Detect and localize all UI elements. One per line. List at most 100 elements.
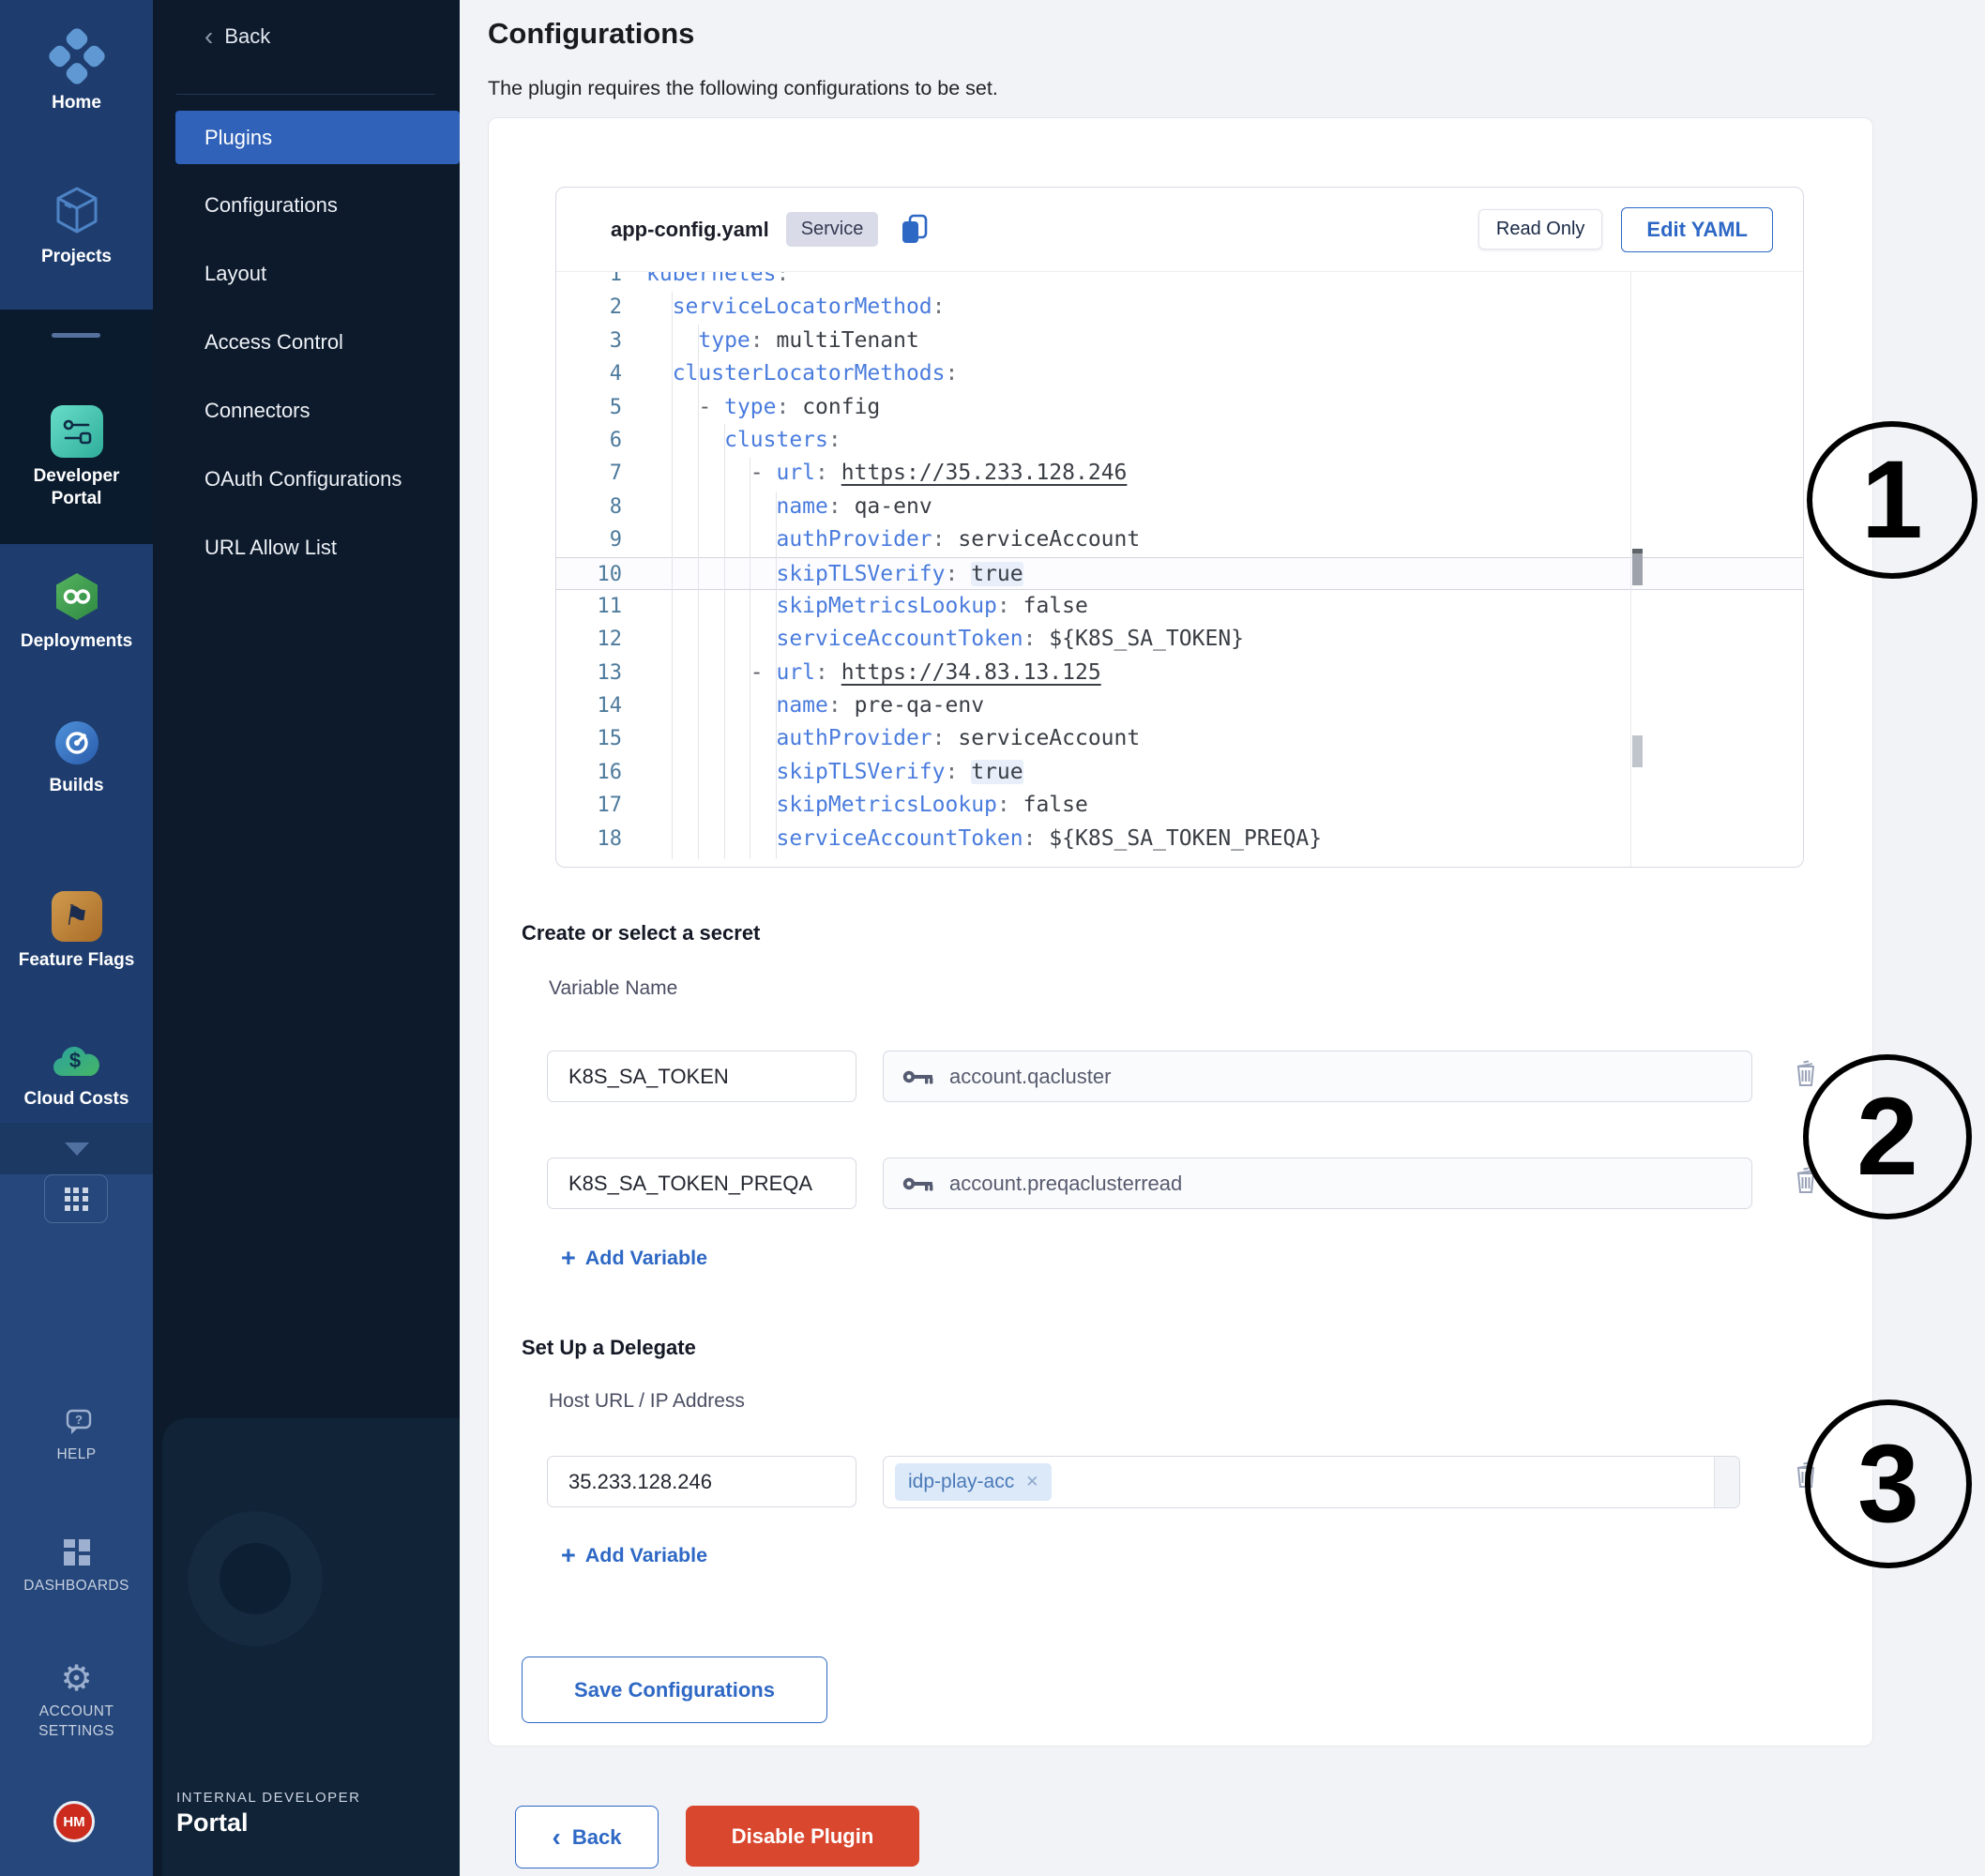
module-rail: Home Projects [0, 0, 153, 1876]
scrollbar-thumb[interactable] [1632, 553, 1643, 585]
code-line: 18 serviceAccountToken: ${K8S_SA_TOKEN_P… [556, 823, 1803, 855]
add-variable-label: Add Variable [585, 1247, 707, 1270]
sidebar-item-builds[interactable]: Builds [0, 719, 153, 797]
save-configurations-button[interactable]: Save Configurations [522, 1657, 827, 1723]
key-icon [902, 1068, 934, 1085]
code-line: 10 skipTLSVerify: true [556, 557, 1803, 590]
variable-name-input-1[interactable] [547, 1051, 856, 1102]
code-line: 5 - type: config [556, 391, 1803, 424]
page-subtitle: The plugin requires the following config… [488, 77, 998, 100]
code-text: authProvider: serviceAccount [646, 722, 1140, 755]
delegate-tags-field[interactable]: idp-play-acc ✕ [883, 1456, 1740, 1508]
secret-value: account.qacluster [949, 1065, 1111, 1089]
copy-icon[interactable] [901, 214, 929, 246]
delete-variable-1-button[interactable] [1792, 1056, 1820, 1093]
disable-plugin-button[interactable]: Disable Plugin [686, 1806, 919, 1867]
line-number: 7 [556, 457, 646, 490]
line-number: 8 [556, 491, 646, 523]
nav-footer-ring-hole [220, 1543, 291, 1614]
code-line: 6 clusters: [556, 424, 1803, 457]
line-number: 13 [556, 657, 646, 689]
sidebar-item-help[interactable]: ? HELP [0, 1407, 153, 1464]
help-bubble-icon: ? [0, 1407, 153, 1441]
code-text: clusters: [646, 424, 841, 457]
sidebar-item-developer-portal[interactable]: Developer Portal [0, 403, 153, 510]
line-number: 12 [556, 623, 646, 656]
sidebar-item-projects[interactable]: Projects [0, 184, 153, 268]
user-avatar[interactable]: HM [53, 1801, 95, 1842]
sidebar-item-label: Deployments [0, 630, 153, 653]
nav-item-url-allow-list[interactable]: URL Allow List [153, 529, 460, 567]
sidebar-item-cloud-costs[interactable]: $ Cloud Costs [0, 1036, 153, 1111]
code-text: skipMetricsLookup: false [646, 789, 1088, 822]
code-text: skipTLSVerify: true [646, 756, 1023, 789]
delegate-tag-chip[interactable]: idp-play-acc ✕ [895, 1463, 1052, 1501]
nav-item-layout[interactable]: Layout [153, 255, 460, 293]
add-variable-link[interactable]: + Add Variable [561, 1246, 707, 1271]
edit-yaml-button[interactable]: Edit YAML [1621, 207, 1773, 252]
line-number: 16 [556, 756, 646, 789]
sidebar-item-deployments[interactable]: Deployments [0, 570, 153, 653]
nav-item-access-control[interactable]: Access Control [153, 324, 460, 361]
sidebar-item-account-settings[interactable]: ⚙ ACCOUNT SETTINGS [0, 1658, 153, 1741]
sidebar-item-feature-flags[interactable]: ⚑ Feature Flags [0, 889, 153, 972]
add-delegate-variable-link[interactable]: + Add Variable [561, 1543, 707, 1568]
page: Home Projects [0, 0, 1985, 1876]
variable-name-input-2[interactable] [547, 1157, 856, 1209]
nav-item-connectors[interactable]: Connectors [153, 392, 460, 430]
secret-value: account.preqaclusterread [949, 1172, 1182, 1196]
back-button[interactable]: ‹ Back [515, 1806, 659, 1868]
rail-bottom-section [0, 1174, 153, 1876]
annotation-circle-2: 2 [1803, 1054, 1972, 1219]
nav-item-oauth-configurations[interactable]: OAuth Configurations [153, 461, 460, 498]
code-text: type: multiTenant [646, 325, 919, 357]
code-text: serviceAccountToken: ${K8S_SA_TOKEN_PREQ… [646, 823, 1322, 855]
line-number: 17 [556, 789, 646, 822]
code-text: kubernetes: [646, 271, 789, 291]
nav-divider [176, 94, 435, 95]
indent-guide [776, 492, 777, 859]
secret-section-heading: Create or select a secret [522, 921, 760, 946]
module-picker-button[interactable] [44, 1174, 108, 1223]
code-text: - url: https://34.83.13.125 [646, 657, 1101, 689]
line-number: 11 [556, 590, 646, 623]
code-text: skipMetricsLookup: false [646, 590, 1088, 623]
sidebar-item-label: Projects [0, 246, 153, 268]
line-number: 6 [556, 424, 646, 457]
nav-item-plugins-selected[interactable]: Plugins [175, 111, 460, 164]
service-badge: Service [786, 212, 879, 247]
feature-flags-icon: ⚑ [0, 889, 153, 944]
nav-footer-decoration [162, 1418, 460, 1876]
code-text: name: pre-qa-env [646, 689, 984, 722]
line-number: 15 [556, 722, 646, 755]
line-number: 18 [556, 823, 646, 855]
delegate-section-heading: Set Up a Delegate [522, 1336, 696, 1360]
indent-guide [724, 424, 725, 859]
svg-text:?: ? [75, 1413, 83, 1427]
indent-guide [698, 325, 699, 859]
sidebar-item-label: ACCOUNT SETTINGS [26, 1702, 127, 1741]
projects-cube-icon [0, 184, 153, 236]
host-url-input[interactable] [547, 1456, 856, 1507]
apps-grid-icon [65, 1188, 88, 1211]
code-line: 3 type: multiTenant [556, 325, 1803, 357]
yaml-code-viewport[interactable]: 1kubernetes:2 serviceLocatorMethod:3 typ… [556, 271, 1803, 867]
code-line: 14 name: pre-qa-env [556, 689, 1803, 722]
rail-collapse-chevron-icon[interactable] [65, 1142, 89, 1156]
flag-glyph: ⚑ [62, 899, 92, 934]
code-text: serviceAccountToken: ${K8S_SA_TOKEN} [646, 623, 1244, 656]
secret-select-1[interactable]: account.qacluster [883, 1051, 1752, 1102]
chip-close-icon[interactable]: ✕ [1025, 1473, 1038, 1491]
code-text: - url: https://35.233.128.246 [646, 457, 1127, 490]
gear-icon: ⚙ [0, 1658, 153, 1698]
annotation-circle-3: 3 [1805, 1399, 1972, 1568]
variable-name-label: Variable Name [549, 977, 677, 1000]
nav-item-configurations[interactable]: Configurations [153, 187, 460, 224]
back-link[interactable]: ‹ Back [205, 24, 270, 49]
field-addon [1714, 1457, 1739, 1507]
code-text: authProvider: serviceAccount [646, 523, 1140, 556]
secret-select-2[interactable]: account.preqaclusterread [883, 1157, 1752, 1209]
sidebar-item-home[interactable]: Home [0, 28, 153, 114]
sidebar-item-dashboards[interactable]: DASHBOARDS [0, 1536, 153, 1596]
code-text: clusterLocatorMethods: [646, 357, 958, 390]
